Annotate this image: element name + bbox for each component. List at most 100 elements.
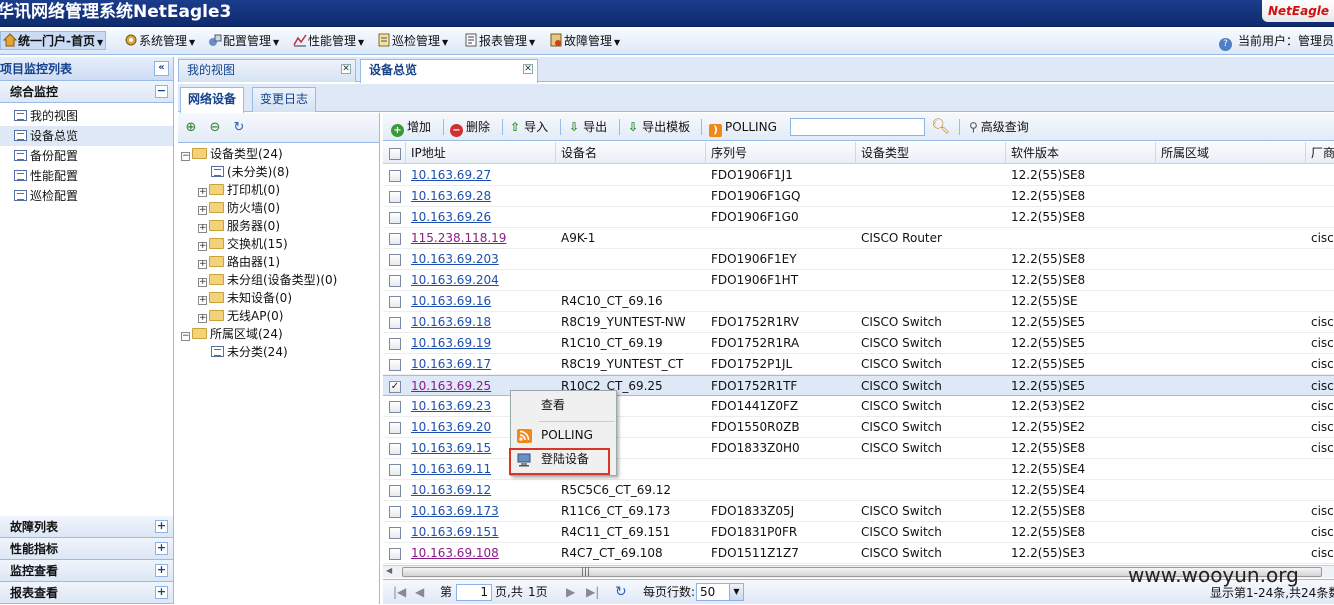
row-checkbox[interactable] <box>389 190 401 203</box>
delete-button[interactable]: − 删除 <box>450 118 490 137</box>
sidebar-item-inspection-config[interactable]: 巡检配置 <box>0 186 173 206</box>
expand-icon[interactable]: + <box>198 314 207 323</box>
tree-node[interactable]: + 无线AP(0) <box>178 307 379 325</box>
row-checkbox[interactable] <box>389 505 401 518</box>
polling-button[interactable]: ) POLLING <box>709 118 777 137</box>
collapse-icon[interactable]: − <box>181 332 190 341</box>
menu-performance[interactable]: 性能管理 ▼ <box>293 32 364 51</box>
table-row[interactable]: 10.163.69.19 R1C10_CT_69.19 FDO1752R1RA CIS… <box>383 333 1334 354</box>
last-page-icon[interactable]: ▶| <box>586 580 599 605</box>
tree-node[interactable]: + 防火墙(0) <box>178 199 379 217</box>
menu-fault[interactable]: 故障管理 ▼ <box>549 32 620 51</box>
sidebar-item-my-view[interactable]: 我的视图 <box>0 106 173 126</box>
cell-ip[interactable]: 10.163.69.17 <box>406 354 556 375</box>
column-device-type[interactable]: 设备类型 <box>856 142 1006 164</box>
collapse-section-icon[interactable]: − <box>155 85 168 98</box>
tree-node[interactable]: + 交换机(15) <box>178 235 379 253</box>
cell-ip[interactable]: 10.163.69.203 <box>406 249 556 270</box>
column-vendor[interactable]: 厂商 <box>1306 142 1334 164</box>
prev-page-icon[interactable]: ◀ <box>415 580 424 605</box>
expand-icon[interactable]: + <box>198 206 207 215</box>
tab-change-log[interactable]: 变更日志 <box>252 87 317 112</box>
cell-ip[interactable]: 10.163.69.204 <box>406 270 556 291</box>
expand-icon[interactable]: + <box>198 242 207 251</box>
tree-node[interactable]: 未分类(24) <box>178 343 379 361</box>
expand-icon[interactable]: + <box>198 224 207 233</box>
expand-icon[interactable]: + <box>155 564 168 577</box>
cell-ip[interactable]: 10.163.69.19 <box>406 333 556 354</box>
page-number-input[interactable]: 1 <box>456 584 492 601</box>
next-page-icon[interactable]: ▶ <box>566 580 575 605</box>
table-row[interactable]: 10.163.69.27 FDO1906F1J1 12.2(55)SE8 <box>383 165 1334 186</box>
cell-ip[interactable]: 10.163.69.16 <box>406 291 556 312</box>
table-row[interactable]: 10.163.69.16 R4C10_CT_69.16 12.2(55)SE <box>383 291 1334 312</box>
tree-node[interactable]: (未分类)(8) <box>178 163 379 181</box>
row-checkbox[interactable] <box>389 211 401 224</box>
refresh-icon[interactable]: ↻ <box>615 580 627 605</box>
menu-inspection[interactable]: 巡检管理 ▼ <box>377 32 448 51</box>
accordion-fault-list[interactable]: 故障列表 + <box>0 516 173 538</box>
table-row[interactable]: 115.238.118.19 A9K-1 CISCO Router cisco <box>383 228 1334 249</box>
collapse-all-icon[interactable]: ⊖ <box>207 120 223 136</box>
table-row[interactable]: 10.163.69.17 R8C19_YUNTEST_CT FDO1752P1JL C… <box>383 354 1334 375</box>
expand-icon[interactable]: + <box>198 188 207 197</box>
cell-ip[interactable]: 10.163.69.28 <box>406 186 556 207</box>
row-checkbox[interactable] <box>389 316 401 329</box>
expand-icon[interactable]: + <box>198 296 207 305</box>
search-icon[interactable]: 🔍︎ <box>931 117 950 135</box>
tab-device-overview[interactable]: 设备总览 ✕ <box>360 59 538 83</box>
table-row[interactable]: 10.163.69.18 R8C19_YUNTEST-NW FDO1752R1RV C… <box>383 312 1334 333</box>
row-checkbox[interactable] <box>389 169 401 182</box>
row-checkbox[interactable] <box>389 274 401 287</box>
row-checkbox[interactable] <box>389 295 401 308</box>
expand-icon[interactable]: + <box>155 542 168 555</box>
collapse-icon[interactable]: − <box>181 152 190 161</box>
close-icon[interactable]: ✕ <box>341 64 351 74</box>
menu-home[interactable]: 统一门户-首页 ▼ <box>0 31 107 50</box>
scroll-left-icon[interactable]: ◀ <box>386 566 392 575</box>
row-checkbox[interactable] <box>389 400 401 413</box>
expand-icon[interactable]: + <box>198 260 207 269</box>
expand-icon[interactable]: + <box>155 520 168 533</box>
rows-per-page-select[interactable]: 50 ▼ <box>696 583 744 601</box>
row-checkbox[interactable] <box>389 358 401 371</box>
menu-config[interactable]: 配置管理 ▼ <box>208 32 279 51</box>
refresh-icon[interactable]: ↻ <box>231 120 247 136</box>
row-checkbox[interactable] <box>389 253 401 266</box>
first-page-icon[interactable]: |◀ <box>393 580 406 605</box>
tree-node[interactable]: + 服务器(0) <box>178 217 379 235</box>
context-menu-view[interactable]: 查看 <box>511 394 616 416</box>
table-row[interactable]: 10.163.69.204 FDO1906F1HT 12.2(55)SE8 <box>383 270 1334 291</box>
row-checkbox[interactable]: ✓ <box>389 380 401 393</box>
cell-ip[interactable]: 10.163.69.26 <box>406 207 556 228</box>
row-checkbox[interactable] <box>389 232 401 245</box>
export-template-button[interactable]: ⇩ 导出模板 <box>628 118 690 136</box>
table-row[interactable]: 10.163.69.26 FDO1906F1G0 12.2(55)SE8 <box>383 207 1334 228</box>
column-serial[interactable]: 序列号 <box>706 142 856 164</box>
tree-node[interactable]: + 未分组(设备类型)(0) <box>178 271 379 289</box>
search-input[interactable] <box>790 118 925 136</box>
sidebar-item-performance-config[interactable]: 性能配置 <box>0 166 173 186</box>
tree-node[interactable]: + 未知设备(0) <box>178 289 379 307</box>
accordion-report-view[interactable]: 报表查看 + <box>0 582 173 604</box>
cell-ip[interactable]: 10.163.69.12 <box>406 480 556 501</box>
cell-ip[interactable]: 10.163.69.27 <box>406 165 556 186</box>
table-row[interactable]: 10.163.69.28 FDO1906F1GQ 12.2(55)SE8 <box>383 186 1334 207</box>
export-button[interactable]: ⇩ 导出 <box>569 118 607 136</box>
table-row[interactable]: 10.163.69.203 FDO1906F1EY 12.2(55)SE8 <box>383 249 1334 270</box>
table-row[interactable]: 10.163.69.151 R4C11_CT_69.151 FDO1831P0FR C… <box>383 522 1334 543</box>
expand-icon[interactable]: + <box>198 278 207 287</box>
sidebar-item-device-overview[interactable]: 设备总览 <box>0 126 173 146</box>
select-all-checkbox[interactable] <box>389 147 401 160</box>
column-ip[interactable]: IP地址 <box>406 142 556 164</box>
import-button[interactable]: ⇧ 导入 <box>510 118 548 136</box>
row-checkbox[interactable] <box>389 442 401 455</box>
cell-ip[interactable]: 10.163.69.108 <box>406 543 556 564</box>
table-row[interactable]: 10.163.69.173 R11C6_CT_69.173 FDO1833Z05J C… <box>383 501 1334 522</box>
cell-ip[interactable]: 10.163.69.18 <box>406 312 556 333</box>
row-checkbox[interactable] <box>389 463 401 476</box>
row-checkbox[interactable] <box>389 526 401 539</box>
tree-node[interactable]: + 路由器(1) <box>178 253 379 271</box>
column-device-name[interactable]: 设备名 <box>556 142 706 164</box>
menu-system[interactable]: 系统管理 ▼ <box>124 32 195 51</box>
